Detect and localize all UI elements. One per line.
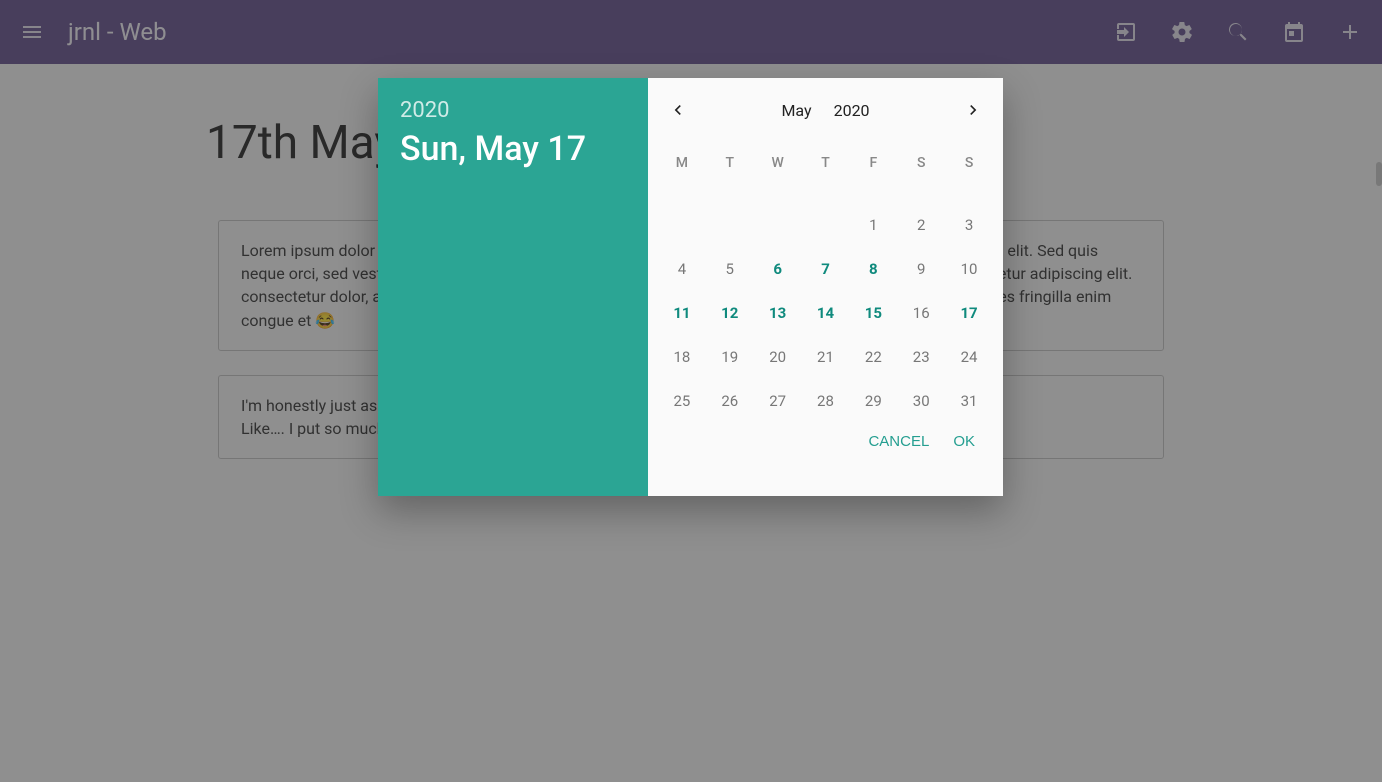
datepicker-day-cell[interactable]: 13	[754, 291, 802, 335]
datepicker-day-cell[interactable]: 25	[658, 379, 706, 423]
datepicker-dow-header: S	[897, 140, 945, 185]
datepicker-empty-cell	[706, 203, 754, 247]
datepicker-grid: MTWTFSS123456789101112131415161718192021…	[658, 140, 993, 423]
datepicker-day-cell[interactable]: 14	[802, 291, 850, 335]
datepicker-day-cell[interactable]: 10	[945, 247, 993, 291]
datepicker-day-cell[interactable]: 8	[849, 247, 897, 291]
datepicker-day-cell[interactable]: 20	[754, 335, 802, 379]
ok-button[interactable]: OK	[953, 433, 975, 450]
datepicker-day-cell[interactable]: 4	[658, 247, 706, 291]
datepicker-empty-cell	[658, 203, 706, 247]
datepicker-day-cell[interactable]: 5	[706, 247, 754, 291]
datepicker-day-cell[interactable]: 26	[706, 379, 754, 423]
datepicker-day-cell[interactable]: 9	[897, 247, 945, 291]
datepicker-month-label: May	[781, 101, 811, 120]
datepicker-selected-date: Sun, May 17	[400, 129, 626, 169]
datepicker-actions: CANCEL OK	[658, 423, 993, 454]
datepicker-day-cell[interactable]: 27	[754, 379, 802, 423]
datepicker-dialog: 2020 Sun, May 17 May 2020 MTWTFSS1234567…	[378, 78, 1003, 496]
chevron-right-icon	[963, 100, 983, 120]
datepicker-day-cell[interactable]: 31	[945, 379, 993, 423]
datepicker-calendar-panel: May 2020 MTWTFSS123456789101112131415161…	[648, 78, 1003, 496]
datepicker-day-cell[interactable]: 1	[849, 203, 897, 247]
chevron-left-icon	[668, 100, 688, 120]
datepicker-empty-cell	[754, 203, 802, 247]
datepicker-summary-panel: 2020 Sun, May 17	[378, 78, 648, 496]
datepicker-day-cell[interactable]: 17	[945, 291, 993, 335]
datepicker-day-cell[interactable]: 11	[658, 291, 706, 335]
datepicker-day-cell[interactable]: 19	[706, 335, 754, 379]
datepicker-day-cell[interactable]: 29	[849, 379, 897, 423]
datepicker-day-cell[interactable]: 15	[849, 291, 897, 335]
datepicker-day-cell[interactable]: 7	[802, 247, 850, 291]
datepicker-nav: May 2020	[658, 88, 993, 140]
datepicker-day-cell[interactable]: 3	[945, 203, 993, 247]
datepicker-dow-header: T	[802, 140, 850, 185]
prev-month-button[interactable]	[658, 90, 698, 130]
datepicker-nav-year-label: 2020	[834, 101, 870, 120]
datepicker-year[interactable]: 2020	[400, 98, 626, 123]
datepicker-day-cell[interactable]: 23	[897, 335, 945, 379]
datepicker-dow-header: M	[658, 140, 706, 185]
cancel-button[interactable]: CANCEL	[868, 433, 929, 450]
datepicker-month-year: May 2020	[781, 101, 869, 120]
datepicker-day-cell[interactable]: 21	[802, 335, 850, 379]
next-month-button[interactable]	[953, 90, 993, 130]
datepicker-dow-header: W	[754, 140, 802, 185]
datepicker-day-cell[interactable]: 24	[945, 335, 993, 379]
datepicker-dow-header: S	[945, 140, 993, 185]
datepicker-day-cell[interactable]: 2	[897, 203, 945, 247]
datepicker-day-cell[interactable]: 6	[754, 247, 802, 291]
datepicker-day-cell[interactable]: 18	[658, 335, 706, 379]
datepicker-dow-header: F	[849, 140, 897, 185]
datepicker-day-cell[interactable]: 30	[897, 379, 945, 423]
datepicker-day-cell[interactable]: 28	[802, 379, 850, 423]
datepicker-day-cell[interactable]: 16	[897, 291, 945, 335]
datepicker-day-cell[interactable]: 12	[706, 291, 754, 335]
datepicker-empty-cell	[802, 203, 850, 247]
datepicker-day-cell[interactable]: 22	[849, 335, 897, 379]
datepicker-dow-header: T	[706, 140, 754, 185]
